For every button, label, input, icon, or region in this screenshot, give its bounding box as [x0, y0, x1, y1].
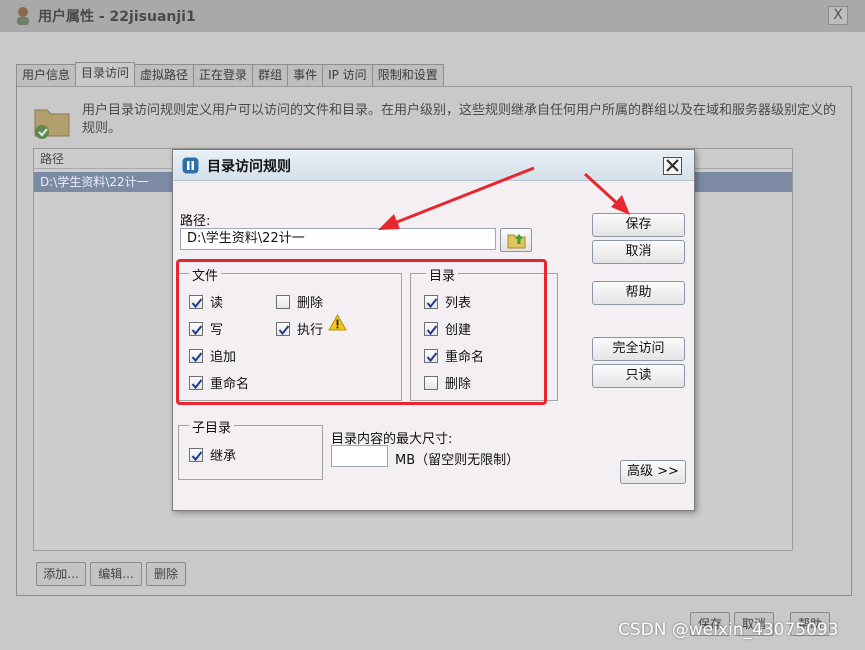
tab-user-info[interactable]: 用户信息 — [16, 64, 77, 86]
path-label: 路径: — [180, 214, 211, 229]
directory-access-description: 用户目录访问规则定义用户可以访问的文件和目录。在用户级别，这些规则继承自任何用户… — [82, 103, 837, 136]
close-button[interactable] — [663, 157, 682, 175]
checkmark-icon — [191, 297, 203, 308]
full-access-button[interactable]: 完全访问 — [592, 337, 685, 361]
folder-up-icon — [507, 234, 526, 249]
dialog-title: 目录访问规则 — [207, 159, 291, 175]
checkbox-inherit[interactable]: 继承 — [189, 445, 236, 464]
checkbox-label: 写 — [210, 323, 224, 338]
tab-virtual-path[interactable]: 虚拟路径 — [134, 64, 195, 86]
checkbox-label: 读 — [210, 296, 224, 311]
advanced-button[interactable]: 高级 >> — [620, 460, 686, 484]
checkbox-dir-rename[interactable]: 重命名 — [424, 346, 484, 365]
checkmark-icon — [191, 351, 203, 362]
checkbox-dir-create[interactable]: 创建 — [424, 319, 471, 338]
checkmark-icon — [426, 351, 438, 362]
tab-ip-access[interactable]: IP 访问 — [322, 64, 373, 86]
cancel-button[interactable]: 取消 — [592, 240, 685, 264]
checkbox-label: 删除 — [297, 296, 324, 311]
background-window-title: 用户属性 - 22jisuanji1 — [38, 9, 196, 25]
tab-groups[interactable]: 群组 — [252, 64, 289, 86]
subdirectories-legend: 子目录 — [189, 417, 235, 436]
directory-access-rule-dialog: 目录访问规则 路径: D:\学生资料\22计一 文件 读 写 追加 重命名 删除 — [172, 149, 695, 511]
checkmark-icon — [426, 297, 438, 308]
path-input[interactable]: D:\学生资料\22计一 — [180, 228, 496, 250]
checkbox-file-write[interactable]: 写 — [189, 319, 223, 338]
checkmark-icon — [278, 324, 290, 335]
checkbox-file-execute[interactable]: 执行 — [276, 319, 323, 338]
checkbox-label: 执行 — [297, 323, 324, 338]
dialog-titlebar: 目录访问规则 — [173, 150, 694, 181]
background-titlebar: 用户属性 - 22jisuanji1 X — [0, 0, 865, 32]
folder-icon — [34, 109, 70, 139]
user-icon — [17, 7, 29, 25]
checkmark-icon — [191, 324, 203, 335]
checkmark-icon — [191, 450, 203, 461]
checkbox-dir-list[interactable]: 列表 — [424, 292, 471, 311]
tab-directory-access[interactable]: 目录访问 — [75, 62, 136, 87]
checkbox-label: 重命名 — [210, 377, 250, 392]
checkbox-label: 追加 — [210, 350, 237, 365]
help-button[interactable]: 帮助 — [592, 281, 685, 305]
checkbox-file-append[interactable]: 追加 — [189, 346, 236, 365]
max-size-input[interactable] — [331, 445, 388, 467]
edit-button[interactable]: 编辑... — [90, 562, 142, 586]
checkbox-dir-delete[interactable]: 删除 — [424, 373, 471, 392]
files-legend: 文件 — [189, 265, 222, 284]
browse-button[interactable] — [500, 228, 532, 252]
warning-icon — [328, 314, 347, 331]
add-button[interactable]: 添加... — [36, 562, 86, 586]
checkbox-label: 创建 — [445, 323, 472, 338]
app-icon — [182, 157, 199, 174]
checkbox-label: 列表 — [445, 296, 472, 311]
checkmark-icon — [191, 378, 203, 389]
delete-button[interactable]: 删除 — [146, 562, 186, 586]
tab-logging-in[interactable]: 正在登录 — [193, 64, 254, 86]
tab-events[interactable]: 事件 — [287, 64, 324, 86]
checkbox-file-read[interactable]: 读 — [189, 292, 223, 311]
checkmark-icon — [426, 324, 438, 335]
read-only-button[interactable]: 只读 — [592, 364, 685, 388]
max-size-unit: MB（留空则无限制） — [395, 453, 520, 468]
background-tabs: 用户信息 目录访问 虚拟路径 正在登录 群组 事件 IP 访问 限制和设置 — [16, 62, 444, 87]
tab-limits-settings[interactable]: 限制和设置 — [371, 64, 444, 86]
checkbox-file-delete[interactable]: 删除 — [276, 292, 323, 311]
watermark: CSDN @weixin_43075093 — [618, 620, 839, 640]
save-button[interactable]: 保存 — [592, 213, 685, 237]
checkbox-label: 重命名 — [445, 350, 485, 365]
background-close-button[interactable]: X — [828, 6, 848, 25]
close-icon — [666, 159, 679, 172]
directories-legend: 目录 — [426, 265, 459, 284]
checkbox-label: 继承 — [210, 449, 237, 464]
checkbox-label: 删除 — [445, 377, 472, 392]
checkbox-file-rename[interactable]: 重命名 — [189, 373, 249, 392]
